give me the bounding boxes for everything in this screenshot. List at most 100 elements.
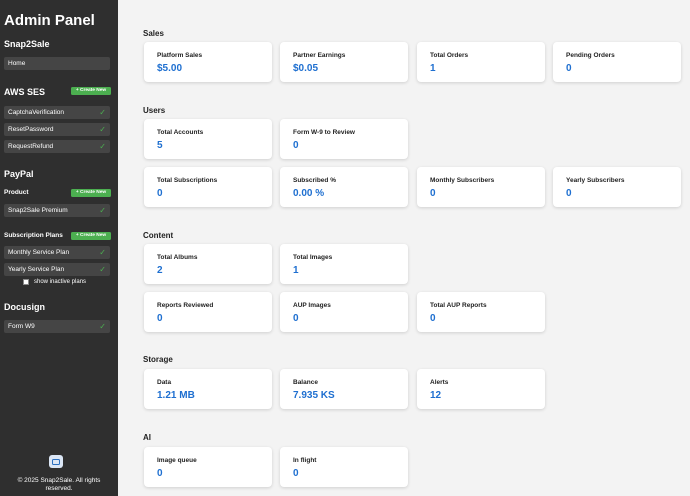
section-title-sales: Sales xyxy=(143,29,164,38)
check-icon: ✓ xyxy=(99,206,106,215)
check-icon: ✓ xyxy=(99,265,106,274)
stat-label: Partner Earnings xyxy=(293,52,346,59)
stat-label: Total Accounts xyxy=(157,129,204,136)
check-icon: ✓ xyxy=(99,248,106,257)
stat-value: 0 xyxy=(157,188,163,199)
stat-value: 5 xyxy=(157,140,163,151)
stat-value: 0 xyxy=(293,140,299,151)
stat-card-subscribed-percent: Subscribed % 0.00 % xyxy=(280,167,408,207)
stat-value: 1.21 MB xyxy=(157,390,195,401)
section-heading-paypal: PayPal xyxy=(4,169,34,179)
stat-label: Form W-9 to Review xyxy=(293,129,355,136)
stat-card-data: Data 1.21 MB xyxy=(144,369,272,409)
app-logo-icon xyxy=(49,455,63,468)
section-title-users: Users xyxy=(143,106,166,115)
copyright: © 2025 Snap2Sale. All rights reserved. xyxy=(17,477,101,492)
sidebar-item-label: ResetPassword xyxy=(8,126,54,133)
sidebar-item-home[interactable]: Home xyxy=(4,57,110,70)
stat-card-total-orders: Total Orders 1 xyxy=(417,42,545,82)
section-title-storage: Storage xyxy=(143,355,173,364)
stat-card-platform-sales: Platform Sales $5.00 xyxy=(144,42,272,82)
stat-label: Total AUP Reports xyxy=(430,302,487,309)
stat-label: Yearly Subscribers xyxy=(566,177,625,184)
stat-label: Image queue xyxy=(157,457,197,464)
subheading-subscription-plans: Subscription Plans xyxy=(4,232,63,239)
sidebar-item-label: Snap2Sale Premium xyxy=(8,207,68,214)
sidebar-item-label: Form W9 xyxy=(8,323,35,330)
stat-label: Total Subscriptions xyxy=(157,177,218,184)
check-icon: ✓ xyxy=(99,322,106,331)
section-heading-docusign: Docusign xyxy=(4,302,46,312)
stat-card-in-flight: In flight 0 xyxy=(280,447,408,487)
stat-card-aup-images: AUP Images 0 xyxy=(280,292,408,332)
stat-value: $5.00 xyxy=(157,63,183,74)
show-inactive-label: show inactive plans xyxy=(34,279,87,285)
stat-label: Reports Reviewed xyxy=(157,302,214,309)
stat-value: 2 xyxy=(157,265,163,276)
stat-card-total-aup-reports: Total AUP Reports 0 xyxy=(417,292,545,332)
create-new-plan-button[interactable]: + Create New xyxy=(71,232,111,240)
sidebar-item-yearly-service-plan[interactable]: Yearly Service Plan ✓ xyxy=(4,263,110,276)
sidebar-item-request-refund[interactable]: RequestRefund ✓ xyxy=(4,140,110,153)
stat-card-pending-orders: Pending Orders 0 xyxy=(553,42,681,82)
sidebar: Admin Panel Snap2Sale Home AWS SES + Cre… xyxy=(0,0,118,496)
stat-card-partner-earnings: Partner Earnings $0.05 xyxy=(280,42,408,82)
stat-label: Alerts xyxy=(430,379,449,386)
stat-label: AUP Images xyxy=(293,302,331,309)
stat-card-reports-reviewed: Reports Reviewed 0 xyxy=(144,292,272,332)
sidebar-item-snap2sale-premium[interactable]: Snap2Sale Premium ✓ xyxy=(4,204,110,217)
sidebar-item-form-w9[interactable]: Form W9 ✓ xyxy=(4,320,110,333)
stat-card-total-subscriptions: Total Subscriptions 0 xyxy=(144,167,272,207)
stat-card-form-w9-review: Form W-9 to Review 0 xyxy=(280,119,408,159)
sidebar-item-reset-password[interactable]: ResetPassword ✓ xyxy=(4,123,110,136)
stat-label: Balance xyxy=(293,379,318,386)
stat-value: 0 xyxy=(293,468,299,479)
stat-card-balance: Balance 7.935 KS xyxy=(280,369,408,409)
stat-label: Pending Orders xyxy=(566,52,615,59)
stat-value: 0 xyxy=(430,313,436,324)
stat-card-yearly-subscribers: Yearly Subscribers 0 xyxy=(553,167,681,207)
checkbox[interactable] xyxy=(23,279,29,285)
sidebar-item-captcha-verification[interactable]: CaptchaVerification ✓ xyxy=(4,106,110,119)
sidebar-item-label: Yearly Service Plan xyxy=(8,266,65,273)
stat-card-total-accounts: Total Accounts 5 xyxy=(144,119,272,159)
sidebar-title: Admin Panel xyxy=(4,12,95,29)
stat-value: 0 xyxy=(157,313,163,324)
create-new-product-button[interactable]: + Create New xyxy=(71,189,111,197)
stat-value: 7.935 KS xyxy=(293,390,335,401)
stat-value: 0 xyxy=(157,468,163,479)
stat-value: 0 xyxy=(430,188,436,199)
sidebar-item-monthly-service-plan[interactable]: Monthly Service Plan ✓ xyxy=(4,246,110,259)
stat-label: Subscribed % xyxy=(293,177,336,184)
sidebar-item-label: RequestRefund xyxy=(8,143,54,150)
stat-label: In flight xyxy=(293,457,317,464)
subheading-product: Product xyxy=(4,189,29,196)
stat-value: 0 xyxy=(293,313,299,324)
stat-label: Data xyxy=(157,379,172,386)
stat-value: 12 xyxy=(430,390,442,401)
sidebar-item-label: CaptchaVerification xyxy=(8,109,65,116)
stat-label: Total Images xyxy=(293,254,333,261)
section-heading-snap2sale: Snap2Sale xyxy=(4,39,50,49)
stat-label: Platform Sales xyxy=(157,52,203,59)
stat-value: 1 xyxy=(430,63,436,74)
check-icon: ✓ xyxy=(99,108,106,117)
section-title-ai: AI xyxy=(143,433,151,442)
stat-value: 0 xyxy=(566,188,572,199)
stat-card-alerts: Alerts 12 xyxy=(417,369,545,409)
stat-value: 1 xyxy=(293,265,299,276)
sidebar-item-label: Home xyxy=(8,60,26,67)
stat-card-monthly-subscribers: Monthly Subscribers 0 xyxy=(417,167,545,207)
create-new-template-button[interactable]: + Create New xyxy=(71,87,111,95)
stat-value: 0 xyxy=(566,63,572,74)
stat-label: Total Albums xyxy=(157,254,198,261)
show-inactive-plans-toggle[interactable]: show inactive plans xyxy=(23,279,86,285)
stat-value: 0.00 % xyxy=(293,188,325,199)
stat-card-total-albums: Total Albums 2 xyxy=(144,244,272,284)
stat-card-image-queue: Image queue 0 xyxy=(144,447,272,487)
stat-label: Monthly Subscribers xyxy=(430,177,495,184)
sidebar-item-label: Monthly Service Plan xyxy=(8,249,70,256)
check-icon: ✓ xyxy=(99,142,106,151)
check-icon: ✓ xyxy=(99,125,106,134)
stat-label: Total Orders xyxy=(430,52,469,59)
